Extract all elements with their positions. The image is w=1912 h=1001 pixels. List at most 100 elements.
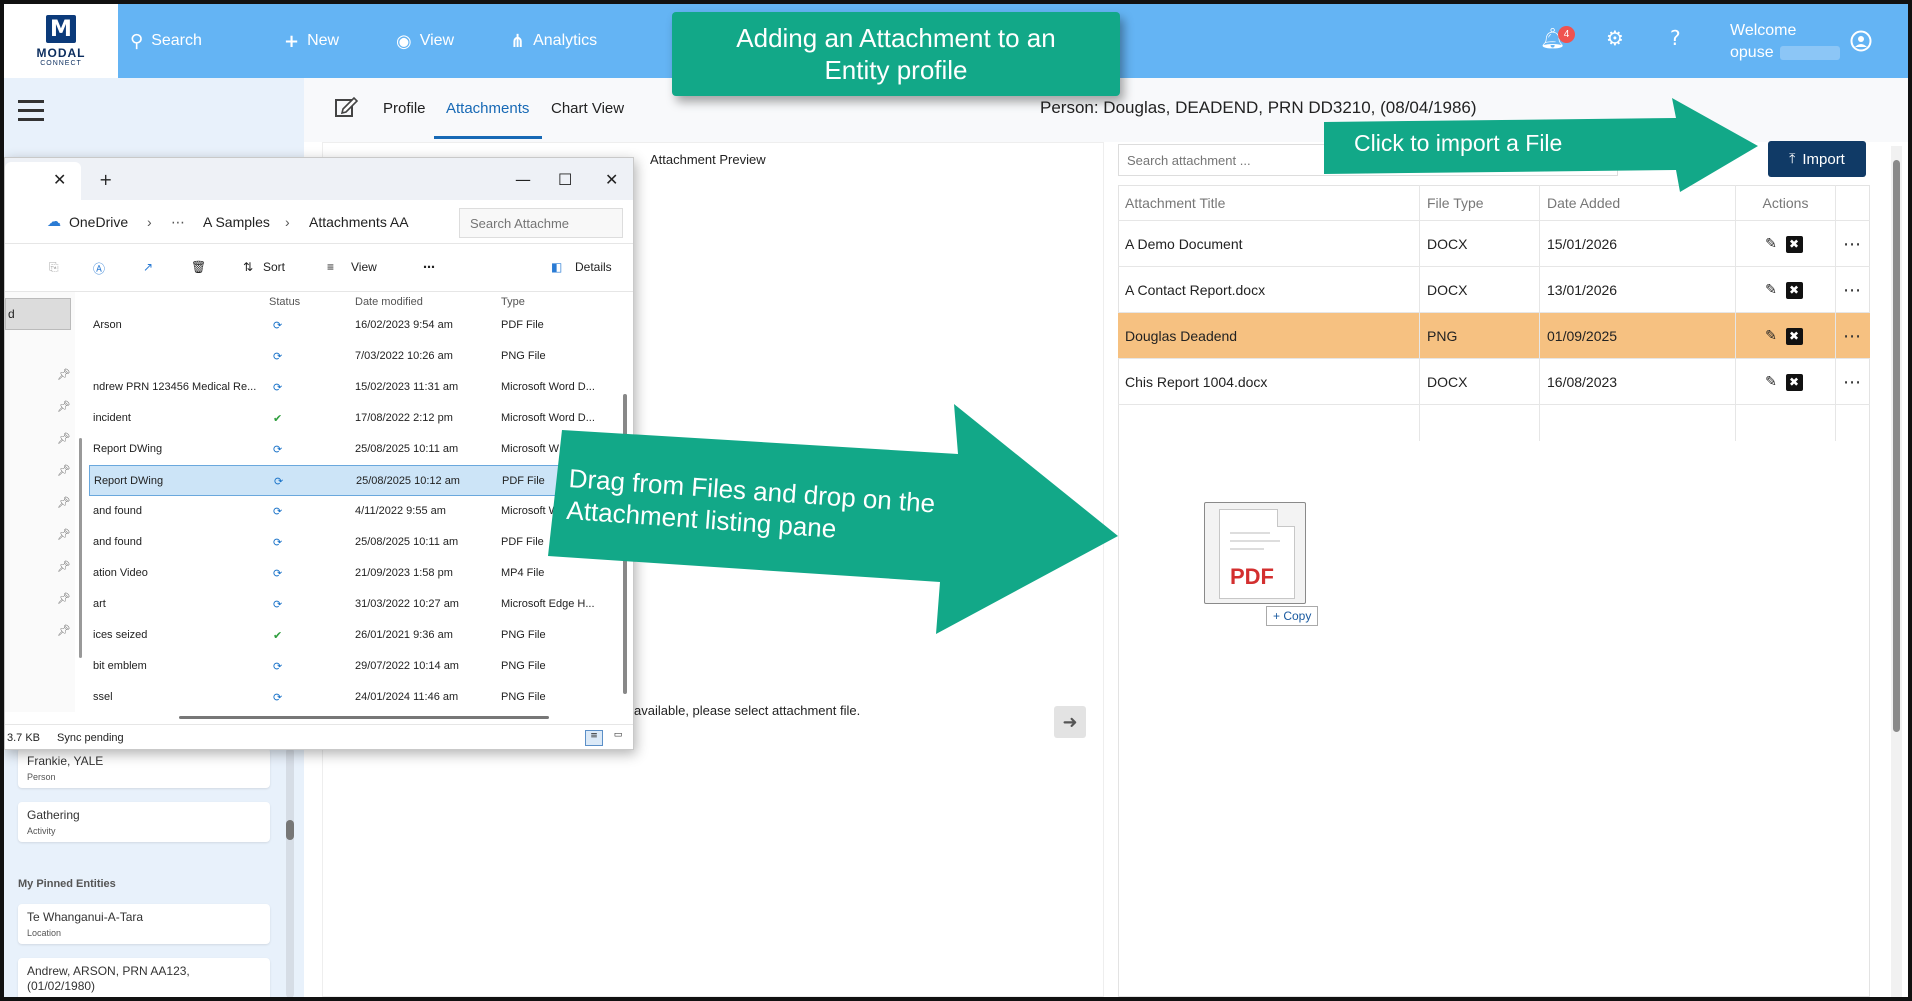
explorer-search-input[interactable] [459,208,623,238]
pin-icon: 📌︎ [57,496,71,509]
column-type[interactable]: Type [501,296,525,308]
sidebar-scrollbar[interactable] [286,748,294,998]
edit-icon[interactable]: ✎ [1763,374,1780,391]
attachment-title: Chis Report 1004.docx [1118,359,1420,405]
tiles-view-icon[interactable]: ▭ [609,730,627,746]
maximize-icon[interactable]: ☐ [558,170,572,189]
more-options-icon[interactable]: ⋯ [1843,280,1861,301]
more-options-icon[interactable]: ⋯ [1843,326,1861,347]
welcome-user: Welcome opuse [1730,20,1840,64]
more-options-icon[interactable]: ⋯ [1843,372,1861,393]
column-status[interactable]: Status [269,296,300,308]
breadcrumb-onedrive[interactable]: OneDrive [69,214,128,230]
pin-icon: 📌︎ [57,560,71,573]
view-button[interactable]: View [351,260,377,274]
pinned-entity-kind: Location [27,928,62,938]
attachment-title: A Contact Report.docx [1118,267,1420,313]
edit-icon[interactable]: ✎ [1763,282,1780,299]
delete-icon[interactable]: ✖ [1785,373,1803,391]
nav-new[interactable]: + New [284,4,339,78]
explorer-toolbar: ⎘ Ⓐ ↗ 🗑︎ ⇅ Sort ≡ View ⋯ ◧ Details [5,244,633,292]
sync-pending-icon: ⟳ [273,319,283,332]
details-view-icon[interactable]: ≡ [585,730,603,746]
tab-attachments[interactable]: Attachments [446,100,529,117]
tutorial-title-callout: Adding an Attachment to an Entity profil… [672,12,1120,96]
close-tab-icon[interactable]: ✕ [53,170,66,189]
details-button[interactable]: Details [575,260,612,274]
nav-search[interactable]: ⚲ Search [130,4,202,78]
file-row[interactable]: ssel ⟳ 24/01/2024 11:46 am PNG File [89,682,625,713]
delete-icon[interactable]: ✖ [1785,235,1803,253]
explorer-horizontal-scrollbar[interactable] [179,716,549,719]
edit-icon[interactable]: ✎ [1763,236,1780,253]
hierarchy-icon: ⋔ [510,30,526,52]
gear-icon[interactable]: ⚙ [1606,26,1624,50]
copy-icon[interactable]: ⎘ [49,260,59,275]
table-row[interactable]: A Contact Report.docx DOCX 13/01/2026 ✎ ✖… [1118,267,1870,313]
file-name: Report DWing [94,475,164,487]
nav-search-label: Search [151,32,202,49]
recent-entity-item[interactable]: Frankie, YALE Person [18,748,270,788]
pane-splitter[interactable] [79,438,82,658]
delete-icon[interactable]: ✖ [1785,281,1803,299]
help-icon[interactable]: ? [1670,26,1681,50]
edit-icon[interactable]: ✎ [1763,328,1780,345]
page-scrollbar[interactable] [1891,146,1902,997]
more-options-icon[interactable]: ⋯ [423,260,435,274]
attachment-file-type: PNG [1420,313,1540,359]
breadcrumb-samples[interactable]: A Samples [203,214,270,230]
nav-analytics[interactable]: ⋔ Analytics [510,4,597,78]
more-path-icon[interactable]: ⋯ [171,214,185,231]
file-row[interactable]: ⟳ 7/03/2022 10:26 am PNG File [89,341,625,372]
active-tab-indicator [434,136,542,139]
tab-chart-view[interactable]: Chart View [551,100,624,117]
share-icon[interactable]: ↗ [143,260,153,274]
pinned-entity-title: Te Whanganui-A-Tara [27,910,144,924]
explorer-titlebar[interactable]: ✕ + — ☐ ✕ [5,158,633,200]
app-logo[interactable]: M MODAL CONNECT [4,4,118,78]
import-button[interactable]: ⤒ Import [1768,141,1866,177]
file-row[interactable]: ndrew PRN 123456 Medical Re... ⟳ 15/02/2… [89,372,625,403]
explorer-tab[interactable] [5,162,81,200]
table-row-selected[interactable]: Douglas Deadend PNG 01/09/2025 ✎ ✖ ⋯ [1118,313,1870,359]
sync-pending-icon: ⟳ [273,381,283,394]
plus-icon: + [284,30,300,52]
next-arrow-button[interactable]: ➜ [1054,706,1086,738]
explorer-navigation-pane[interactable]: d 📌︎ 📌︎ 📌︎ 📌︎ 📌︎ 📌︎ 📌︎ 📌︎ 📌︎ [5,292,75,712]
rename-icon[interactable]: Ⓐ [93,260,105,277]
delete-icon[interactable]: ✖ [1785,327,1803,345]
hamburger-menu-icon[interactable] [18,100,44,127]
file-name: bit emblem [93,660,147,672]
close-window-icon[interactable]: ✕ [605,170,618,189]
pinned-entity-item[interactable]: Te Whanganui-A-Tara Location [18,904,270,944]
sort-button[interactable]: Sort [263,260,285,274]
edit-profile-icon[interactable] [334,96,358,118]
minimize-icon[interactable]: — [515,170,531,189]
table-row[interactable]: Chis Report 1004.docx DOCX 16/08/2023 ✎ ✖… [1118,359,1870,405]
file-row[interactable]: Arson ⟳ 16/02/2023 9:54 am PDF File [89,310,625,341]
row-actions: ✎ ✖ [1736,221,1836,267]
new-tab-icon[interactable]: + [99,170,112,189]
column-date-modified[interactable]: Date modified [355,296,423,308]
user-avatar-icon[interactable] [1850,30,1872,52]
tab-profile[interactable]: Profile [383,100,426,117]
pin-icon: 📌︎ [57,432,71,445]
notification-badge: 4 [1558,26,1575,43]
file-date: 4/11/2022 9:55 am [355,505,446,517]
recent-entity-item[interactable]: Gathering Activity [18,802,270,842]
delete-icon[interactable]: 🗑︎ [191,260,206,274]
attachment-file-type: DOCX [1420,221,1540,267]
more-options-icon[interactable]: ⋯ [1843,234,1861,255]
chevron-right-icon: › [285,214,290,230]
file-row[interactable]: bit emblem ⟳ 29/07/2022 10:14 am PNG Fil… [89,651,625,682]
table-row[interactable]: A Demo Document DOCX 15/01/2026 ✎ ✖ ⋯ [1118,221,1870,267]
nav-selected-item[interactable]: d [5,298,71,330]
synced-check-icon: ✔ [273,629,283,642]
nav-view[interactable]: ◉ View [396,4,454,78]
nav-analytics-label: Analytics [533,32,598,49]
breadcrumb-attachments[interactable]: Attachments AA [309,214,409,230]
attachment-title: A Demo Document [1118,221,1420,267]
row-actions: ✎ ✖ [1736,267,1836,313]
pinned-entity-item[interactable]: Andrew, ARSON, PRN AA123, (01/02/1980) [18,958,270,1001]
sync-pending-icon: ⟳ [273,350,283,363]
